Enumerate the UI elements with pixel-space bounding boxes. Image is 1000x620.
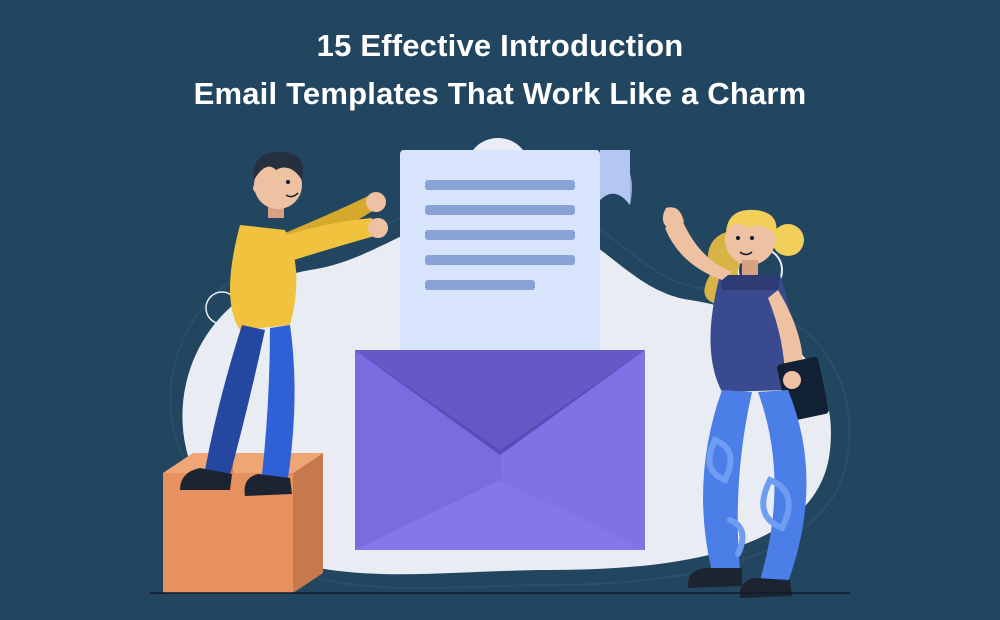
hero-illustration <box>120 140 880 600</box>
envelope-icon <box>345 150 655 560</box>
title-line-1: 15 Effective Introduction <box>317 28 684 63</box>
ground-line <box>120 588 880 598</box>
page-title: 15 Effective Introduction Email Template… <box>0 22 1000 118</box>
person-left <box>150 140 390 560</box>
person-right <box>640 180 880 620</box>
title-line-2: Email Templates That Work Like a Charm <box>194 76 807 111</box>
